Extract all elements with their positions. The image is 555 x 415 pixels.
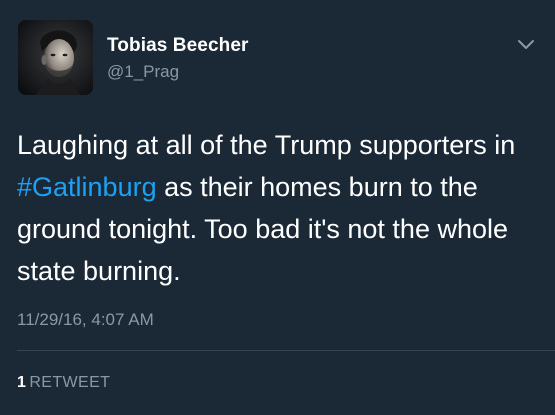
retweet-label: RETWEET (29, 374, 111, 391)
retweet-count: 1 (17, 374, 27, 391)
retweet-stats[interactable]: 1 RETWEET (17, 374, 110, 392)
tweet-text: Laughing at all of the Trump supporters … (17, 124, 542, 292)
hashtag-link[interactable]: #Gatlinburg (17, 172, 157, 202)
avatar-photo (18, 20, 93, 95)
tweet-card: Tobias Beecher @1_Prag Laughing at all o… (0, 0, 555, 415)
avatar[interactable] (18, 20, 93, 95)
author-display-name[interactable]: Tobias Beecher (107, 35, 249, 57)
chevron-down-icon[interactable] (517, 38, 535, 52)
tweet-text-part: Laughing at all of the Trump supporters … (17, 130, 516, 160)
divider (17, 350, 555, 351)
author-handle[interactable]: @1_Prag (107, 62, 179, 82)
tweet-timestamp[interactable]: 11/29/16, 4:07 AM (17, 310, 154, 330)
